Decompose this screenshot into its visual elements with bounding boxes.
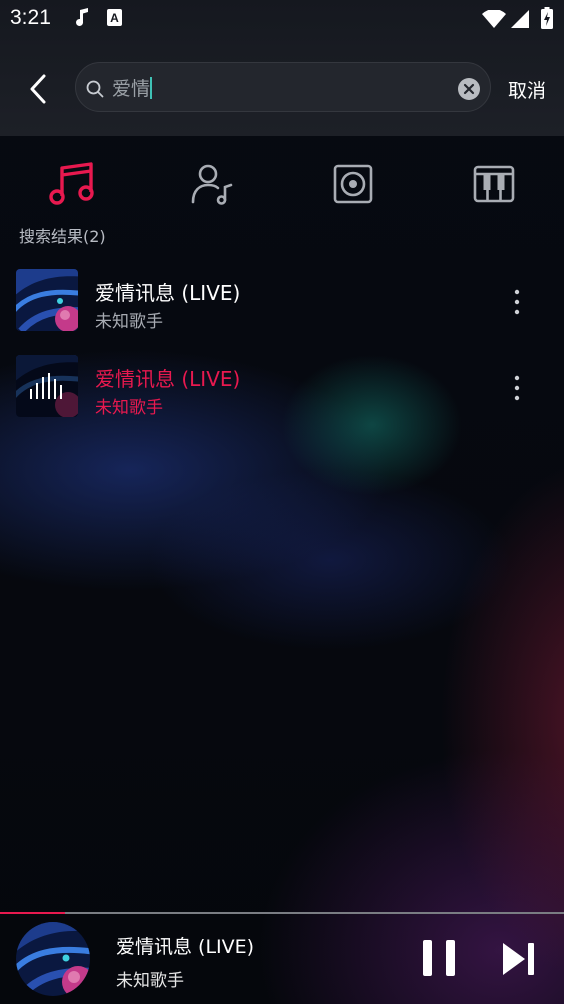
singer-icon xyxy=(191,164,233,205)
list-item[interactable]: 爱情讯息 (LIVE) 未知歌手 xyxy=(0,269,564,349)
status-bar: 3:21 A xyxy=(0,0,564,40)
next-track-button[interactable] xyxy=(500,940,538,978)
search-box[interactable] xyxy=(75,62,491,112)
signal-icon xyxy=(511,10,529,32)
tab-albums[interactable] xyxy=(329,160,377,208)
skip-next-icon xyxy=(503,943,534,975)
tab-singers[interactable] xyxy=(188,160,236,208)
cancel-button[interactable]: 取消 xyxy=(508,76,546,103)
more-options-button[interactable] xyxy=(506,375,528,401)
song-cover xyxy=(16,269,78,331)
search-icon xyxy=(86,80,104,102)
close-icon xyxy=(463,83,475,95)
album-icon xyxy=(333,164,373,204)
more-vertical-icon xyxy=(514,289,520,315)
battery-charging-icon xyxy=(541,7,553,33)
now-playing-cover[interactable] xyxy=(16,922,90,996)
clear-search-button[interactable] xyxy=(458,78,480,100)
status-time: 3:21 xyxy=(10,6,51,29)
chevron-left-icon xyxy=(30,74,46,104)
text-caret xyxy=(150,77,152,99)
background xyxy=(0,0,564,1004)
song-artist: 未知歌手 xyxy=(95,312,163,332)
now-playing-title: 爱情讯息 (LIVE) xyxy=(116,936,255,958)
pause-button[interactable] xyxy=(420,938,460,978)
results-count-label: 搜索结果(2) xyxy=(19,227,106,246)
music-note-icon xyxy=(76,8,90,32)
more-options-button[interactable] xyxy=(506,289,528,315)
song-title: 爱情讯息 (LIVE) xyxy=(95,281,241,305)
pause-icon xyxy=(423,940,455,976)
progress-bar[interactable] xyxy=(0,912,564,914)
mini-player[interactable]: 爱情讯息 (LIVE) 未知歌手 xyxy=(0,912,564,1004)
piano-icon xyxy=(473,165,515,203)
font-a-icon: A xyxy=(106,8,124,32)
tab-songs[interactable] xyxy=(47,160,95,208)
svg-text:A: A xyxy=(110,11,119,25)
wifi-icon xyxy=(482,9,506,32)
back-button[interactable] xyxy=(22,72,56,106)
tab-instruments[interactable] xyxy=(470,160,518,208)
search-input[interactable] xyxy=(112,73,442,101)
progress-fill xyxy=(0,912,65,914)
equalizer-icon xyxy=(30,373,62,399)
song-title: 爱情讯息 (LIVE) xyxy=(95,367,241,391)
list-item[interactable]: 爱情讯息 (LIVE) 未知歌手 xyxy=(0,355,564,435)
more-vertical-icon xyxy=(514,375,520,401)
song-artist: 未知歌手 xyxy=(95,398,163,418)
music-note-icon xyxy=(49,162,94,205)
song-cover xyxy=(16,355,78,417)
now-playing-artist: 未知歌手 xyxy=(116,971,184,991)
